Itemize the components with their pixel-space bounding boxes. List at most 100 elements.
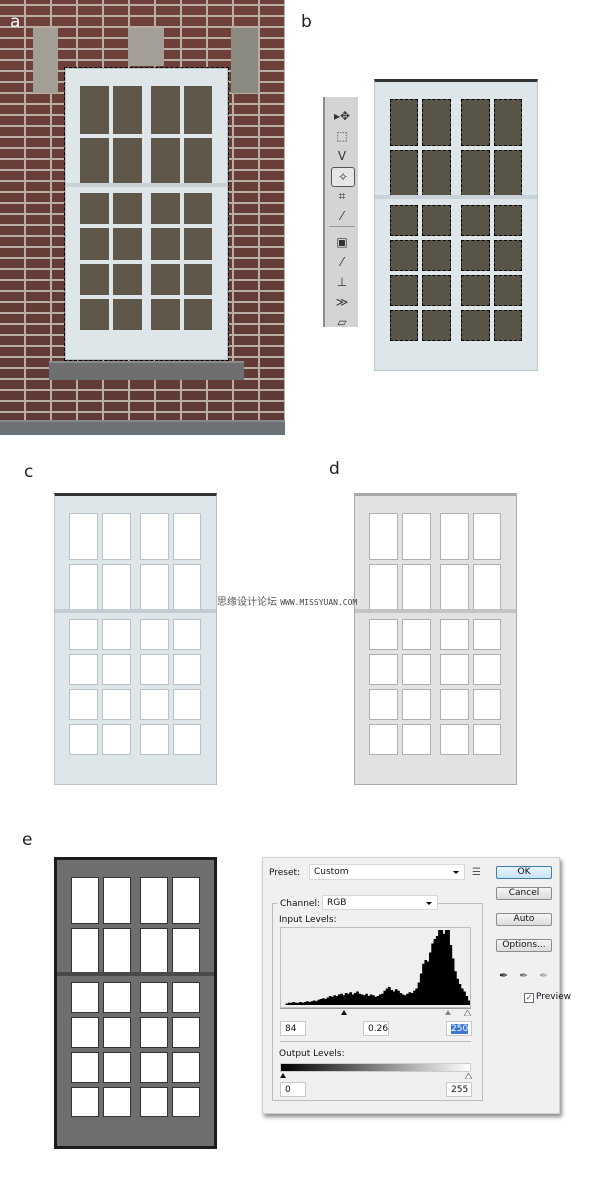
glass-pane [69, 619, 99, 651]
auto-button[interactable]: Auto [496, 913, 552, 926]
histogram-bar [365, 993, 368, 1005]
white-eyedropper-icon[interactable]: ✒ [539, 969, 548, 982]
glass-pane [422, 275, 452, 307]
preset-dropdown[interactable]: Custom [309, 864, 465, 880]
glass-pane [493, 99, 523, 147]
output-levels-label: Output Levels: [279, 1049, 345, 1059]
glass-pane [172, 654, 202, 686]
histogram-bar [467, 1000, 470, 1005]
histogram-bar [397, 990, 400, 1005]
histogram-bar [392, 991, 396, 1005]
histogram-bar [463, 991, 466, 1005]
healing-brush-tool-icon[interactable]: ▣ [331, 233, 353, 251]
glass-pane [71, 1017, 99, 1048]
channel-label: Channel: [277, 899, 323, 909]
glass-pane [69, 724, 99, 756]
histogram-bar [438, 930, 441, 1005]
output-black-slider[interactable] [280, 1073, 286, 1078]
histogram-bar [431, 943, 434, 1005]
glass-pane [151, 193, 180, 225]
black-eyedropper-icon[interactable]: ✒ [499, 969, 508, 982]
output-black-field[interactable]: 0 [280, 1082, 306, 1097]
eyedropper-tool-icon[interactable]: ⁄ [331, 207, 353, 225]
glass-pane [389, 275, 419, 307]
channel-dropdown[interactable]: RGB [322, 895, 438, 910]
preset-options-icon[interactable]: ☰ [472, 867, 481, 878]
input-gamma-slider[interactable] [445, 1010, 451, 1015]
glass-pane [69, 513, 99, 561]
glass-pane [402, 513, 431, 561]
histogram-bar [285, 1003, 289, 1005]
ok-button[interactable]: OK [496, 866, 552, 879]
output-white-field[interactable]: 255 [446, 1082, 472, 1097]
gray-eyedropper-icon[interactable]: ✒ [519, 969, 528, 982]
rectangular-marquee-tool-icon[interactable]: ⬚ [331, 127, 353, 145]
glass-pane [183, 193, 213, 225]
cancel-button[interactable]: Cancel [496, 887, 552, 900]
window-b [374, 79, 538, 371]
stone-block-center [128, 28, 164, 66]
glass-pane [102, 877, 131, 924]
magic-wand-tool-icon[interactable]: ✧ [331, 167, 355, 187]
glass-pane [80, 298, 110, 330]
input-gamma-field[interactable]: 0.26 [363, 1021, 389, 1036]
glass-pane [71, 1086, 99, 1118]
glass-pane [460, 205, 490, 237]
brush-tool-icon[interactable]: ⁄ [331, 253, 353, 271]
histogram-bar [335, 996, 339, 1005]
output-white-slider[interactable] [465, 1073, 472, 1079]
glass-pane [80, 86, 110, 134]
input-white-field[interactable]: 250 [446, 1021, 472, 1036]
glass-pane [369, 564, 399, 612]
histogram-bar [429, 952, 432, 1005]
glass-pane [402, 619, 431, 651]
glass-pane [80, 193, 110, 225]
chevron-down-icon [426, 902, 432, 905]
input-black-slider[interactable] [341, 1010, 347, 1015]
input-black-field[interactable]: 84 [280, 1021, 306, 1036]
preview-checkbox[interactable]: ✓ [524, 993, 534, 1003]
histogram-bar [333, 995, 337, 1005]
histogram-bar [312, 1000, 316, 1005]
histogram-bar [296, 1002, 300, 1005]
crop-tool-icon[interactable]: ⌗ [331, 187, 353, 205]
window-c [54, 493, 217, 785]
glass-pane [102, 982, 131, 1014]
histogram-bar [287, 1002, 291, 1005]
glass-pane [172, 927, 200, 975]
move-tool-icon[interactable]: ▸✥ [331, 107, 353, 125]
glass-pane [440, 689, 469, 721]
input-levels-label: Input Levels: [279, 915, 337, 925]
glass-pane [472, 564, 502, 612]
input-white-slider[interactable] [464, 1010, 471, 1016]
options-button[interactable]: Options... [496, 939, 552, 952]
glass-pane [389, 310, 419, 342]
histogram-bar [310, 1001, 314, 1005]
histogram-bar [390, 990, 393, 1005]
glass-pane [402, 564, 431, 612]
glass-pane [460, 150, 490, 198]
stone-block-right [231, 28, 258, 93]
glass-pane [71, 982, 99, 1014]
glass-pane [80, 263, 110, 295]
glass-pane [402, 689, 431, 721]
transom-rail [355, 609, 516, 614]
glass-pane [422, 99, 452, 147]
watermark-chinese: 思缘设计论坛 [217, 597, 277, 608]
glass-pane [113, 228, 142, 260]
panel-label-e: e [22, 830, 33, 850]
glass-pane [389, 205, 419, 237]
glass-pane [151, 137, 180, 185]
history-brush-tool-icon[interactable]: ≫ [331, 293, 353, 311]
lasso-tool-icon[interactable]: ᐯ [331, 147, 353, 165]
glass-pane [172, 1051, 200, 1083]
glass-pane [472, 513, 502, 561]
glass-pane [183, 263, 213, 295]
eraser-tool-icon[interactable]: ▱ [331, 313, 353, 331]
histogram-bar [399, 993, 403, 1005]
clone-stamp-tool-icon[interactable]: ⊥ [331, 273, 353, 291]
histogram-bar [317, 999, 321, 1005]
glass-pane [440, 654, 469, 686]
histogram-bar [408, 992, 412, 1005]
glass-pane [472, 654, 502, 686]
